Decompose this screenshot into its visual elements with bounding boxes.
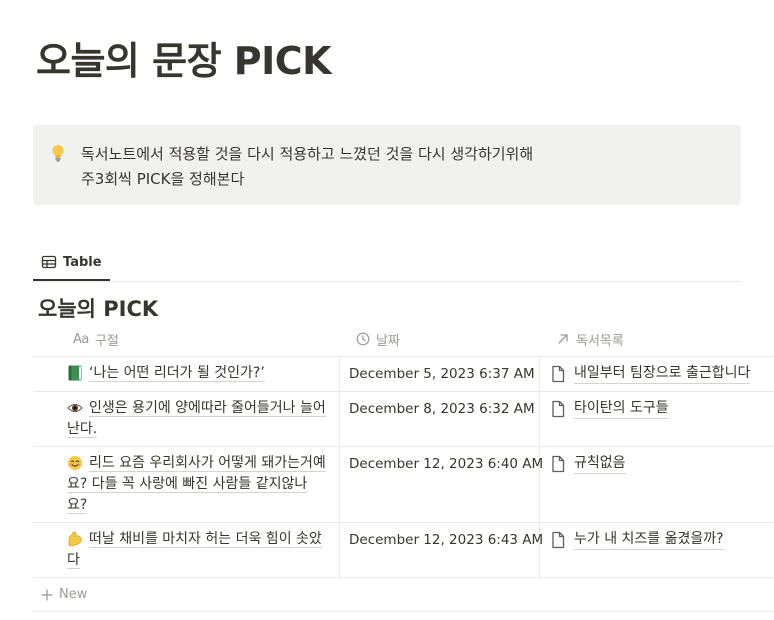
table-icon [41, 255, 57, 269]
relation-link[interactable]: 규칙없음 [574, 453, 626, 474]
cell-date[interactable]: December 8, 2023 6:32 AM [340, 392, 540, 446]
column-header-reading-list[interactable]: 독서목록 [540, 322, 774, 356]
column-header-date[interactable]: 날짜 [340, 322, 540, 356]
column-header-phrase-label: 구절 [94, 333, 119, 349]
page-icon [552, 400, 565, 418]
smiling-face-icon [68, 456, 82, 470]
row-title[interactable]: 떠날 채비를 마치자 허는 더욱 힘이 솟았다 [67, 531, 322, 569]
flexed-biceps-icon [68, 531, 82, 547]
plus-icon [41, 588, 53, 601]
relation-arrow-icon [558, 334, 568, 344]
page-icon [552, 365, 565, 383]
table-row[interactable]: 떠날 채비를 마치자 허는 더욱 힘이 솟았다 December 12, 202… [33, 523, 774, 578]
cell-reading-list[interactable]: 내일부터 팀장으로 출근합니다 [540, 357, 774, 391]
page-icon [552, 531, 565, 549]
cell-phrase[interactable]: 리드 요즘 우리회사가 어떻게 돼가는거예요? 다들 꼭 사랑에 빠진 사람들 … [33, 447, 340, 522]
row-title[interactable]: ‘나는 어떤 리더가 될 것인가?’ [89, 365, 265, 382]
cell-date[interactable]: December 5, 2023 6:37 AM [340, 357, 540, 391]
lightbulb-icon [52, 145, 64, 162]
row-title[interactable]: 인생은 용기에 양에따라 줄어들거나 늘어난다. [67, 400, 326, 438]
page-title: 오늘의 문장 PICK [36, 39, 332, 83]
table-header: Aa 구절 날짜 독서목록 [33, 322, 774, 357]
relation-link[interactable]: 내일부터 팀장으로 출근합니다 [574, 363, 751, 384]
text-property-icon: Aa [73, 331, 89, 347]
callout-line-1: 독서노트에서 적용할 것을 다시 적용하고 느꼈던 것을 다시 생각하기위해 [81, 145, 534, 163]
eye-icon [67, 404, 83, 412]
column-header-date-label: 날짜 [376, 333, 400, 349]
column-header-reading-list-label: 독서목록 [576, 333, 624, 349]
database-title[interactable]: 오늘의 PICK [38, 293, 158, 323]
tab-table-label: Table [63, 254, 102, 270]
callout-text: 독서노트에서 적용할 것을 다시 적용하고 느꼈던 것을 다시 생각하기위해 주… [81, 142, 533, 192]
cell-phrase[interactable]: ‘나는 어떤 리더가 될 것인가?’ [33, 357, 340, 391]
relation-link[interactable]: 누가 내 치즈를 옮겼을까? [574, 529, 724, 550]
new-row-button[interactable]: New [33, 578, 774, 612]
tab-table[interactable]: Table [33, 245, 110, 281]
relation-link[interactable]: 타이탄의 도구들 [574, 398, 669, 419]
callout-line-2: 주3회씩 PICK을 정해본다 [81, 170, 245, 188]
new-row-label: New [59, 587, 88, 602]
cell-phrase[interactable]: 인생은 용기에 양에따라 줄어들거나 늘어난다. [33, 392, 340, 446]
column-header-phrase[interactable]: Aa 구절 [33, 322, 340, 356]
database-table: Aa 구절 날짜 독서목록 ‘나는 어떤 리더가 될 것인가?’ Decembe… [33, 322, 774, 612]
cell-date[interactable]: December 12, 2023 6:40 AM [340, 447, 543, 522]
cell-reading-list[interactable]: 규칙없음 [540, 447, 774, 522]
cell-reading-list[interactable]: 누가 내 치즈를 옮겼을까? [540, 523, 774, 577]
table-row[interactable]: ‘나는 어떤 리더가 될 것인가?’ December 5, 2023 6:37… [33, 357, 774, 392]
table-row[interactable]: 리드 요즘 우리회사가 어떻게 돼가는거예요? 다들 꼭 사랑에 빠진 사람들 … [33, 447, 774, 523]
table-row[interactable]: 인생은 용기에 양에따라 줄어들거나 늘어난다. December 8, 202… [33, 392, 774, 447]
green-book-icon [68, 365, 82, 381]
cell-date[interactable]: December 12, 2023 6:43 AM [340, 523, 543, 577]
page-icon [552, 455, 565, 473]
callout: 독서노트에서 적용할 것을 다시 적용하고 느꼈던 것을 다시 생각하기위해 주… [33, 125, 741, 205]
clock-icon [356, 332, 370, 346]
row-title[interactable]: 리드 요즘 우리회사가 어떻게 돼가는거예요? 다들 꼭 사랑에 빠진 사람들 … [67, 455, 326, 514]
view-tabs: Table [33, 245, 741, 282]
cell-reading-list[interactable]: 타이탄의 도구들 [540, 392, 774, 446]
cell-phrase[interactable]: 떠날 채비를 마치자 허는 더욱 힘이 솟았다 [33, 523, 340, 577]
